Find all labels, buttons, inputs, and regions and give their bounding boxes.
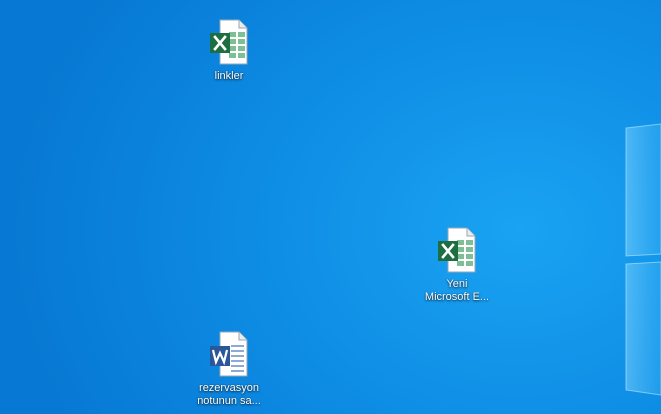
desktop-icon-label: linkler xyxy=(188,70,270,83)
label-line: linkler xyxy=(214,70,244,82)
windows-logo-wallpaper xyxy=(625,123,661,396)
desktop-icon-label: Yeni Microsoft E... xyxy=(416,278,498,304)
excel-file-icon xyxy=(438,227,476,273)
desktop-icon-yeni-microsoft-excel[interactable]: Yeni Microsoft E... xyxy=(416,226,498,304)
excel-file-icon xyxy=(210,19,248,65)
label-line: notunun sa... xyxy=(197,395,261,407)
desktop[interactable]: linkler Yeni Microsoft E... rezervasyon … xyxy=(0,0,661,414)
label-line: Microsoft E... xyxy=(424,291,490,303)
word-file-icon xyxy=(210,331,248,377)
desktop-icon-rezervasyon[interactable]: rezervasyon notunun sa... xyxy=(188,330,270,408)
desktop-icon-label: rezervasyon notunun sa... xyxy=(188,382,270,408)
desktop-icon-linkler[interactable]: linkler xyxy=(188,18,270,83)
label-line: Yeni xyxy=(446,278,468,290)
label-line: rezervasyon xyxy=(199,382,259,394)
